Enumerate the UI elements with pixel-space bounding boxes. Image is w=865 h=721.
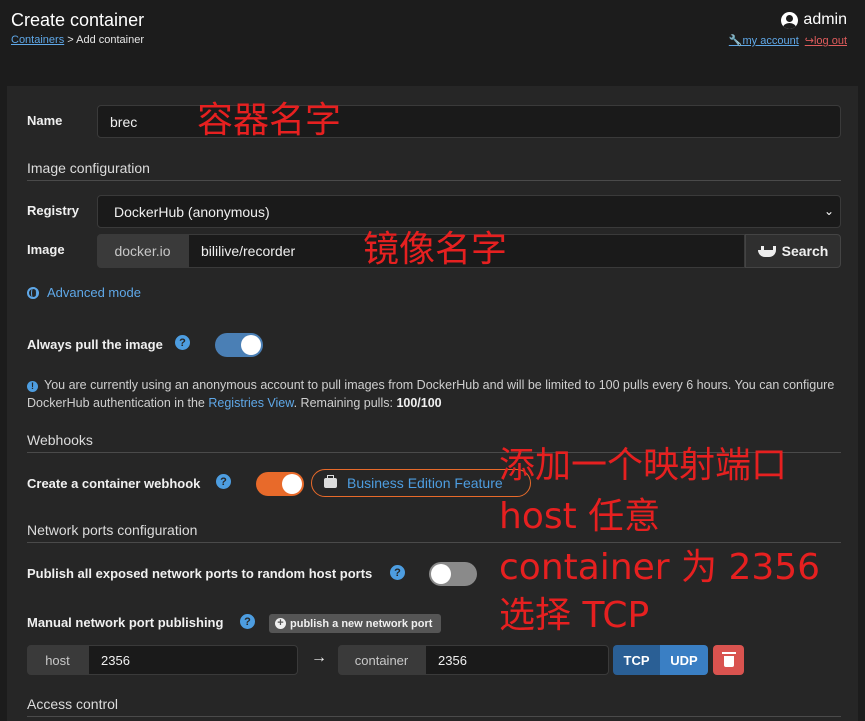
search-button-label: Search [781, 243, 829, 259]
name-label: Name [27, 113, 63, 128]
image-registry-prefix: docker.io [97, 234, 188, 268]
registry-selected-value: DockerHub (anonymous) [114, 203, 270, 220]
page-title: Create container [11, 10, 145, 30]
trash-icon [721, 652, 736, 667]
publish-all-toggle[interactable] [429, 562, 477, 586]
host-port-label: host [27, 645, 88, 675]
advanced-mode-label: Advanced mode [47, 285, 141, 300]
breadcrumb: Containers > Add container [11, 34, 144, 46]
advanced-mode-link[interactable]: Advanced mode [27, 285, 141, 300]
annotation-image-name: 镜像名字 [363, 229, 508, 270]
annotation-container-name: 容器名字 [197, 100, 342, 141]
annotation-select-tcp: 选择 TCP [499, 595, 650, 636]
publish-all-label: Publish all exposed network ports to ran… [27, 566, 373, 581]
access-control-section: Access control [27, 696, 841, 717]
search-button[interactable]: Search [745, 234, 841, 268]
container-port-label: container [338, 645, 425, 675]
remaining-pulls: 100/100 [396, 396, 442, 410]
help-icon[interactable]: ? [216, 474, 231, 489]
publish-new-port-button[interactable]: + publish a new network port [269, 614, 441, 633]
webhook-toggle[interactable] [256, 472, 304, 496]
chevron-down-icon: ⌄ [823, 204, 834, 218]
always-pull-label: Always pull the image [27, 337, 163, 352]
breadcrumb-current: > Add container [67, 34, 145, 46]
help-icon[interactable]: ? [390, 565, 405, 580]
top-bar: Create container Containers > Add contai… [0, 0, 865, 84]
registries-view-link[interactable]: Registries View [208, 396, 293, 410]
always-pull-toggle[interactable] [215, 333, 263, 357]
registry-label: Registry [27, 203, 80, 218]
business-edition-badge: Business Edition Feature [311, 469, 531, 497]
protocol-udp-button[interactable]: UDP [660, 645, 708, 675]
user-circle-icon [781, 11, 799, 29]
image-label: Image [27, 242, 65, 257]
annotation-add-port: 添加一个映射端口 [499, 445, 788, 486]
registry-select[interactable]: DockerHub (anonymous) ⌄ [97, 195, 841, 228]
help-icon[interactable]: ? [175, 335, 190, 350]
user-links: 🔧my account ↪log out [729, 34, 847, 47]
container-port-input[interactable]: 2356 [425, 645, 609, 675]
annotation-host-any: host 任意 [499, 496, 661, 537]
logout-link[interactable]: ↪log out [805, 34, 847, 47]
info-icon: ! [27, 381, 38, 392]
dockerhub-info-message: ! You are currently using an anonymous ac… [27, 378, 835, 410]
host-port-input[interactable]: 2356 [88, 645, 298, 675]
docker-whale-icon [757, 245, 776, 257]
user-menu: admin [781, 11, 847, 29]
my-account-link[interactable]: 🔧my account [729, 34, 799, 47]
network-ports-section: Network ports configuration [27, 522, 841, 543]
remove-port-button[interactable] [713, 645, 744, 675]
annotation-container-port: container 为 2356 [499, 547, 821, 588]
manual-publishing-label: Manual network port publishing [27, 615, 224, 630]
webhook-label: Create a container webhook [27, 476, 201, 491]
briefcase-icon [324, 475, 337, 488]
protocol-tcp-button[interactable]: TCP [613, 645, 660, 675]
breadcrumb-containers-link[interactable]: Containers [11, 34, 64, 46]
plus-circle-icon: + [275, 618, 286, 629]
globe-icon [27, 286, 39, 299]
username: admin [803, 11, 847, 28]
image-config-section: Image configuration [27, 160, 841, 181]
help-icon[interactable]: ? [240, 614, 255, 629]
arrow-right-icon: → [311, 649, 327, 666]
